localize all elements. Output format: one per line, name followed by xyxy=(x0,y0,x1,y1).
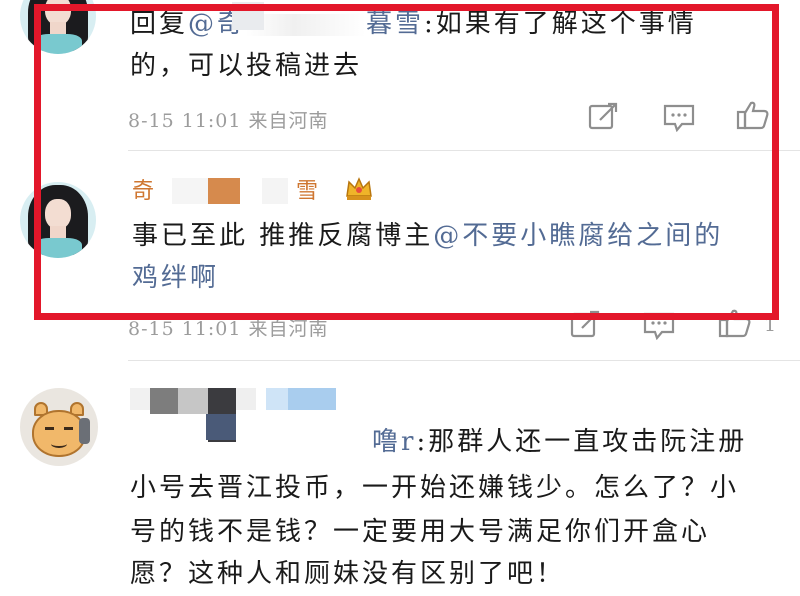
comment3-line3: 号的钱不是钱？一定要用大号满足你们开盒心 xyxy=(130,517,711,547)
timestamp: 8-15 11:01 xyxy=(128,110,242,132)
censor-block xyxy=(178,388,208,414)
like-count: 1 xyxy=(764,314,777,336)
censor-block xyxy=(172,178,208,204)
censor-block xyxy=(288,388,336,410)
timestamp: 8-15 11:01 xyxy=(128,318,242,340)
share-icon[interactable] xyxy=(568,310,602,340)
comment1-line2: 的，可以投稿进去 xyxy=(130,51,363,81)
location: 来自河南 xyxy=(248,110,329,132)
avatar-cat[interactable] xyxy=(20,388,98,466)
mention-link[interactable]: @不要小瞧腐给之间的 xyxy=(433,221,723,251)
comment2-meta: 8-15 11:01 来自河南 xyxy=(128,314,329,341)
censor-block xyxy=(208,178,240,204)
censor-block xyxy=(236,388,256,410)
share-icon[interactable] xyxy=(586,102,620,132)
censor-block xyxy=(130,388,150,410)
comment2-username-start[interactable]: 奇 xyxy=(132,174,157,210)
comment1-meta: 8-15 11:01 来自河南 xyxy=(128,106,329,133)
censor-block xyxy=(150,388,178,414)
comment1-line1: 回复@奇 暮雪:如果有了解这个事情 xyxy=(130,6,697,42)
mention-link[interactable]: 噜r xyxy=(372,427,416,457)
censor-mosaic xyxy=(246,14,367,36)
comment-icon[interactable] xyxy=(642,310,676,341)
comment3-line4: 愿？这种人和厕妹没有区别了吧！ xyxy=(130,559,566,589)
avatar-girl[interactable] xyxy=(20,0,96,54)
thumbs-up-icon[interactable] xyxy=(718,308,752,338)
comment3-body-start: :那群人还一直攻击阮注册 xyxy=(416,427,748,457)
mention-link-end[interactable]: 暮雪 xyxy=(366,9,424,39)
location: 来自河南 xyxy=(248,318,329,340)
mention-link-line2[interactable]: 鸡绊啊 xyxy=(132,260,219,296)
comment2-line1: 事已至此 推推反腐博主@不要小瞧腐给之间的 xyxy=(132,218,723,254)
censor-block xyxy=(206,414,236,440)
comment3-line1: 噜r:那群人还一直攻击阮注册 xyxy=(372,424,747,460)
comment3-line2: 小号去晋江投币，一开始还嫌钱少。怎么了？小 xyxy=(130,473,740,503)
divider-2 xyxy=(128,360,800,361)
censor-block xyxy=(262,178,288,204)
comment1-body-start: :如果有了解这个事情 xyxy=(424,9,697,39)
comment2-body: 事已至此 推推反腐博主 xyxy=(132,221,434,251)
thumbs-up-icon[interactable] xyxy=(736,100,770,130)
comment2-username-end[interactable]: 雪 xyxy=(296,174,321,210)
reply-prefix: 回复 xyxy=(130,9,189,39)
divider-1 xyxy=(128,150,800,151)
avatar-girl[interactable] xyxy=(20,182,96,258)
comment-icon[interactable] xyxy=(662,102,696,133)
censor-block xyxy=(232,2,264,30)
censor-block xyxy=(266,388,288,410)
crown-badge-icon xyxy=(344,176,374,202)
